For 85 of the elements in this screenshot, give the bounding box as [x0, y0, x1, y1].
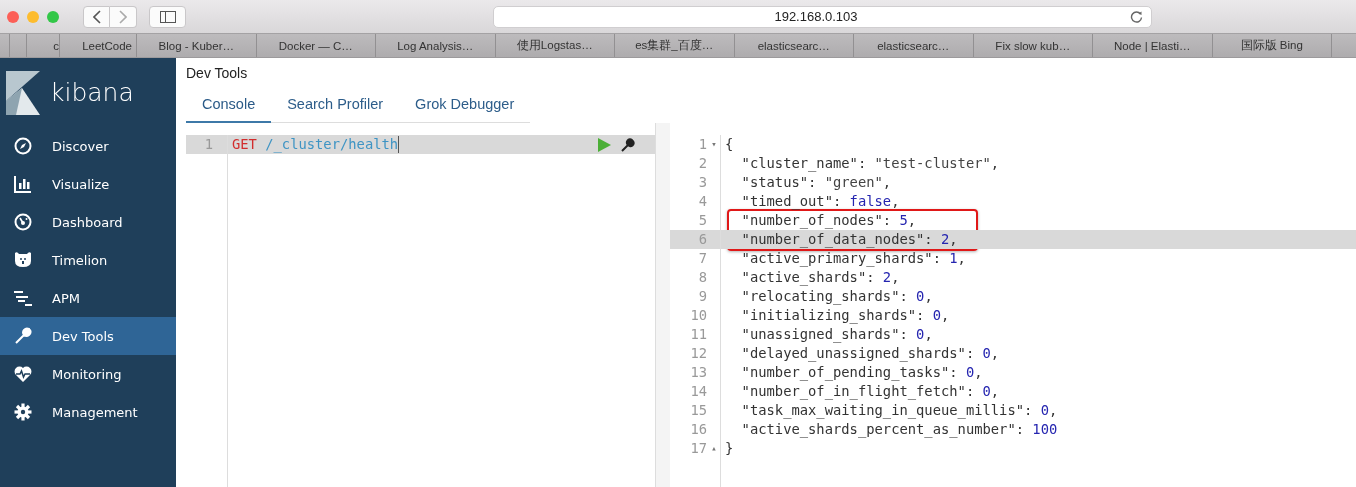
nav-item[interactable]: Discover	[0, 127, 176, 165]
window-control-icon[interactable]	[7, 10, 19, 23]
line-number: 13	[690, 363, 707, 382]
nav-item[interactable]: Dev Tools	[0, 317, 176, 355]
gear-icon	[14, 403, 32, 421]
list-lines-icon	[14, 289, 32, 307]
code-line: {	[725, 135, 734, 154]
play-icon[interactable]	[598, 138, 611, 152]
code-line: "task_max_waiting_in_queue_millis": 0,	[740, 401, 1058, 420]
address-text: 192.168.0.103	[773, 9, 859, 24]
line-number: 14	[690, 382, 707, 401]
gauge-icon	[14, 213, 32, 231]
line-number: 12	[690, 344, 707, 363]
nav-item[interactable]: APM	[0, 279, 176, 317]
compass-icon	[14, 137, 32, 155]
code-line: "delayed_unassigned_shards": 0,	[740, 344, 1000, 363]
line-number: 4	[698, 192, 707, 211]
bookmark-item[interactable]: Log Analysis…	[376, 34, 496, 57]
bookmark-item[interactable]: Blog - Kuber…	[137, 34, 257, 57]
splitter-bar[interactable]	[655, 123, 670, 487]
window-control-icon[interactable]	[47, 10, 59, 23]
forward-icon	[119, 9, 127, 24]
line-number: 1	[204, 135, 213, 154]
bookmark-item[interactable]: 国际版 Bing	[1212, 34, 1332, 57]
line-number: 9	[698, 287, 707, 306]
window-control-icon[interactable]	[27, 10, 39, 23]
line-number: 15	[690, 401, 707, 420]
line-number: 16	[690, 420, 707, 439]
code-line: "number_of_pending_tasks": 0,	[740, 363, 983, 382]
code-line: "active_shards_percent_as_number": 100	[740, 420, 1058, 439]
bookmark-item[interactable]: Node | Elasti…	[1093, 34, 1213, 57]
code-line: "number_of_data_nodes": 2,	[740, 230, 958, 249]
line-number: 6	[698, 230, 707, 249]
animal-head-icon	[14, 251, 32, 269]
bookmark-item[interactable]: LeetCode	[60, 34, 137, 57]
nav-item[interactable]: Visualize	[0, 165, 176, 203]
back-button[interactable]	[83, 5, 110, 28]
code-line: "cluster_name": "test-cluster",	[740, 154, 1000, 173]
bookmark-item[interactable]: 使用Logstas…	[495, 34, 615, 57]
forward-button[interactable]	[110, 5, 137, 28]
line-number: 8	[698, 268, 707, 287]
bookmark-item[interactable]: elasticsearc…	[854, 34, 974, 57]
code-line: GET /_cluster/health	[232, 135, 399, 154]
code-line: "unassigned_shards": 0,	[740, 325, 933, 344]
bookmark-item[interactable]: es集群_百度…	[615, 34, 735, 57]
nav-item[interactable]: Dashboard	[0, 203, 176, 241]
code-line: "relocating_shards": 0,	[740, 287, 933, 306]
bookmark-item[interactable]: Fix slow kub…	[973, 34, 1093, 57]
fold-toggle[interactable]: ▾	[710, 135, 718, 154]
sidebar-icon	[159, 10, 176, 23]
sidebar-toggle-button[interactable]	[149, 5, 186, 28]
nav-item[interactable]: Monitoring	[0, 355, 176, 393]
bookmark-item[interactable]: elasticsearc…	[734, 34, 854, 57]
page-title: Dev Tools	[185, 64, 249, 83]
fold-toggle[interactable]: ▴	[710, 439, 718, 458]
code-line: "number_of_nodes": 5,	[740, 211, 917, 230]
tab[interactable]: Console	[186, 86, 272, 123]
line-number: 7	[698, 249, 707, 268]
code-line: "initializing_shards": 0,	[740, 306, 950, 325]
brand-name: kibana	[50, 78, 134, 107]
bookmark-item[interactable]: c	[27, 34, 60, 57]
tab[interactable]: Search Profiler	[271, 86, 400, 123]
reload-icon[interactable]	[1130, 10, 1143, 23]
code-line: "timed_out": false,	[740, 192, 900, 211]
logo-icon	[6, 70, 40, 115]
line-number: 17	[690, 439, 707, 458]
line-number: 11	[690, 325, 707, 344]
nav-item[interactable]: Timelion	[0, 241, 176, 279]
tab[interactable]: Grok Debugger	[399, 86, 531, 123]
address-bar[interactable]: 192.168.0.103	[493, 5, 1152, 28]
back-icon	[92, 9, 101, 24]
bar-chart-icon	[14, 175, 32, 193]
line-number: 5	[698, 211, 707, 230]
code-line: }	[725, 439, 734, 458]
line-number: 2	[698, 154, 707, 173]
heart-pulse-icon	[14, 365, 32, 383]
bookmark-item[interactable]: Docker — C…	[256, 34, 376, 57]
line-number: 1	[698, 135, 707, 154]
code-line: "active_primary_shards": 1,	[740, 249, 966, 268]
code-line: "status": "green",	[740, 173, 892, 192]
nav-item[interactable]: Management	[0, 393, 176, 431]
code-line: "active_shards": 2,	[740, 268, 900, 287]
code-line: "number_of_in_flight_fetch": 0,	[740, 382, 1000, 401]
line-number: 10	[690, 306, 707, 325]
line-number: 3	[698, 173, 707, 192]
